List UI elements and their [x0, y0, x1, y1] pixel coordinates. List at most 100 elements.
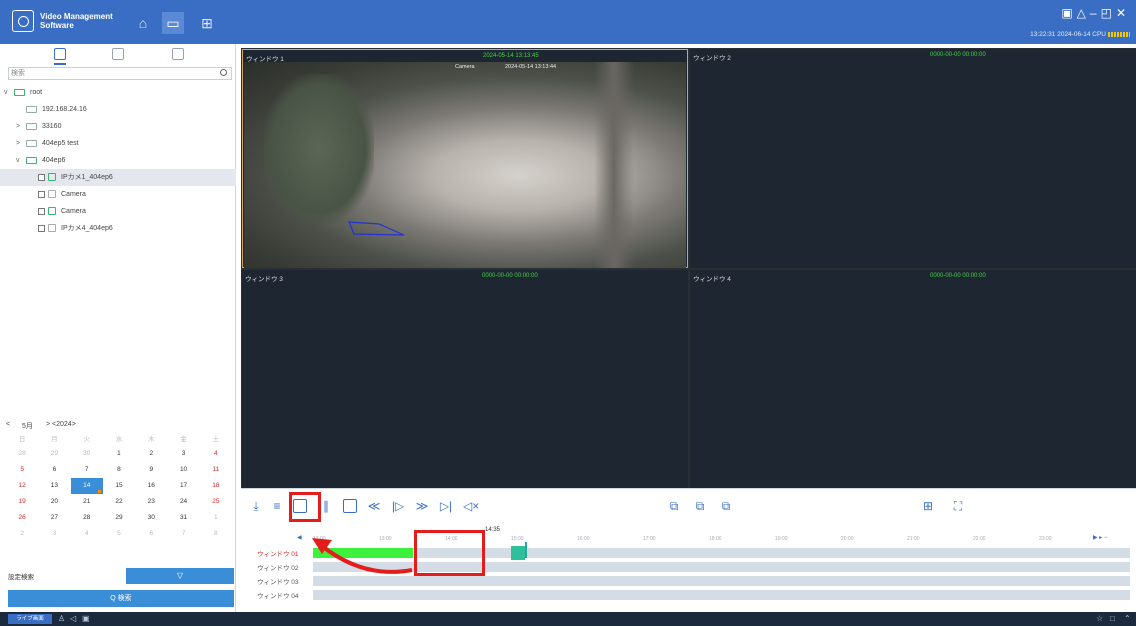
calendar-day[interactable]: 1	[103, 446, 135, 462]
step-forward-icon[interactable]: |▷	[391, 499, 405, 513]
calendar-day[interactable]: 24	[167, 494, 199, 510]
bell-icon[interactable]: ♙	[58, 614, 67, 623]
device-search-input[interactable]: 検索	[8, 67, 232, 80]
download-icon[interactable]: ⤓	[249, 499, 263, 513]
calendar-day[interactable]: 11	[200, 462, 232, 478]
tree-checkbox[interactable]	[38, 191, 45, 198]
tree-checkbox[interactable]	[38, 225, 45, 232]
stop-icon[interactable]	[343, 499, 357, 513]
export-icon[interactable]: ⧉	[693, 499, 707, 513]
video-window-2[interactable]: ウィンドウ 2 0000-00-00 00:00:00	[690, 49, 1136, 268]
playback-tab-icon[interactable]: ▭	[162, 12, 184, 34]
minimize-icon[interactable]: –	[1090, 6, 1101, 20]
calendar-prev-button[interactable]: <	[6, 421, 10, 428]
tree-item[interactable]: v 404ep6	[0, 152, 236, 169]
timeline-track[interactable]	[313, 576, 1130, 586]
search-icon[interactable]	[220, 69, 227, 76]
calendar-day[interactable]: 10	[167, 462, 199, 478]
calendar-day[interactable]: 7	[71, 462, 103, 478]
home-tab-icon[interactable]: ⌂	[132, 12, 154, 34]
restore-icon[interactable]: ◰	[1101, 6, 1116, 20]
tree-item[interactable]: Camera	[0, 186, 236, 203]
calendar-day[interactable]: 8	[200, 526, 232, 542]
calendar-day[interactable]: 14	[70, 478, 103, 494]
fullscreen-icon[interactable]: ⛶	[951, 499, 965, 513]
calendar-day[interactable]: 12	[6, 478, 38, 494]
calendar-day[interactable]: 4	[200, 446, 232, 462]
calendar-day[interactable]: 29	[103, 510, 135, 526]
tree-item[interactable]: Camera	[0, 203, 236, 220]
tree-item[interactable]: 192.168.24.16	[0, 101, 236, 118]
video-window-3[interactable]: ウィンドウ 3 0000-00-00 00:00:00	[242, 270, 688, 488]
device-list-tab-icon[interactable]	[54, 48, 66, 60]
calendar-day[interactable]: 20	[38, 494, 70, 510]
calendar-day[interactable]: 18	[200, 478, 232, 494]
calendar-day[interactable]: 28	[6, 446, 38, 462]
tree-caret-icon[interactable]: v	[4, 84, 8, 101]
tree-caret-icon[interactable]: v	[16, 152, 20, 169]
calendar-day[interactable]: 2	[6, 526, 38, 542]
more-icon[interactable]: ⌃	[1124, 614, 1133, 623]
tree-item[interactable]: v root	[0, 84, 236, 101]
video-window-1[interactable]: ウィンドウ 1 2024-05-14 13:13:45 Camera 2024-…	[242, 49, 688, 268]
calendar-day[interactable]: 21	[71, 494, 103, 510]
calendar-year-nav[interactable]: > <2024>	[46, 421, 76, 428]
calendar-day[interactable]: 7	[167, 526, 199, 542]
group-tab-icon[interactable]	[112, 48, 124, 60]
calendar-day[interactable]: 16	[135, 478, 167, 494]
file-tab-icon[interactable]	[172, 48, 184, 60]
timeline-playhead-marker[interactable]	[511, 546, 525, 560]
tree-item[interactable]: >33160	[0, 118, 236, 135]
calendar-month[interactable]: 5月	[22, 421, 33, 431]
split-layout-icon[interactable]: ⊞	[921, 499, 935, 513]
calendar-day[interactable]: 29	[38, 446, 70, 462]
calendar-day[interactable]: 3	[38, 526, 70, 542]
close-icon[interactable]: ✕	[1116, 6, 1130, 20]
timeline-cursor[interactable]	[525, 542, 527, 558]
calendar-day[interactable]: 3	[167, 446, 199, 462]
next-frame-icon[interactable]: ▷|	[439, 499, 453, 513]
timeline-track[interactable]	[313, 590, 1130, 600]
fast-forward-icon[interactable]: ≫	[415, 499, 429, 513]
copy-icon[interactable]: ⧉	[667, 499, 681, 513]
tree-item[interactable]: IPカメ4_404ep6	[0, 220, 236, 237]
calendar-day[interactable]: 6	[135, 526, 167, 542]
tree-checkbox[interactable]	[38, 174, 45, 181]
mute-icon[interactable]: ◁×	[463, 499, 479, 513]
live-view-button[interactable]: ライブ画面	[8, 614, 52, 624]
tree-caret-icon[interactable]: >	[16, 118, 20, 135]
pin-icon[interactable]: ☆	[1096, 614, 1105, 623]
timeline-row[interactable]: ウィンドウ 04	[241, 589, 1136, 601]
calendar-day[interactable]: 23	[135, 494, 167, 510]
calendar-day[interactable]: 8	[103, 462, 135, 478]
calendar-day[interactable]: 15	[103, 478, 135, 494]
calendar-day[interactable]: 6	[38, 462, 70, 478]
calendar-day[interactable]: 31	[167, 510, 199, 526]
tree-checkbox[interactable]	[38, 208, 45, 215]
tree-caret-icon[interactable]: >	[16, 135, 20, 152]
rewind-icon[interactable]: ≪	[367, 499, 381, 513]
calendar-day[interactable]: 9	[135, 462, 167, 478]
condition-dropdown-button[interactable]: ▽	[126, 568, 234, 584]
window-icon[interactable]: □	[1110, 614, 1119, 623]
screen-icon[interactable]: ▣	[1061, 6, 1076, 20]
calendar-day[interactable]: 26	[6, 510, 38, 526]
calendar-day[interactable]: 30	[135, 510, 167, 526]
layout-tab-icon[interactable]: ⊞	[196, 12, 218, 34]
search-button[interactable]: Q 検索	[8, 590, 234, 607]
calendar-day[interactable]: 4	[71, 526, 103, 542]
calendar-day[interactable]: 1	[200, 510, 232, 526]
calendar-day[interactable]: 30	[71, 446, 103, 462]
calendar-day[interactable]: 22	[103, 494, 135, 510]
speaker-icon[interactable]: ◁	[70, 614, 79, 623]
calendar-day[interactable]: 2	[135, 446, 167, 462]
list-icon[interactable]: ≡	[270, 499, 284, 513]
user-icon[interactable]: △	[1077, 6, 1090, 20]
clipboard-icon[interactable]: ⧉	[719, 499, 733, 513]
calendar-day[interactable]: 5	[103, 526, 135, 542]
calendar-day[interactable]: 25	[200, 494, 232, 510]
calendar-day[interactable]: 27	[38, 510, 70, 526]
calendar-day[interactable]: 13	[38, 478, 70, 494]
monitor-icon[interactable]: ▣	[82, 614, 91, 623]
calendar-day[interactable]: 19	[6, 494, 38, 510]
